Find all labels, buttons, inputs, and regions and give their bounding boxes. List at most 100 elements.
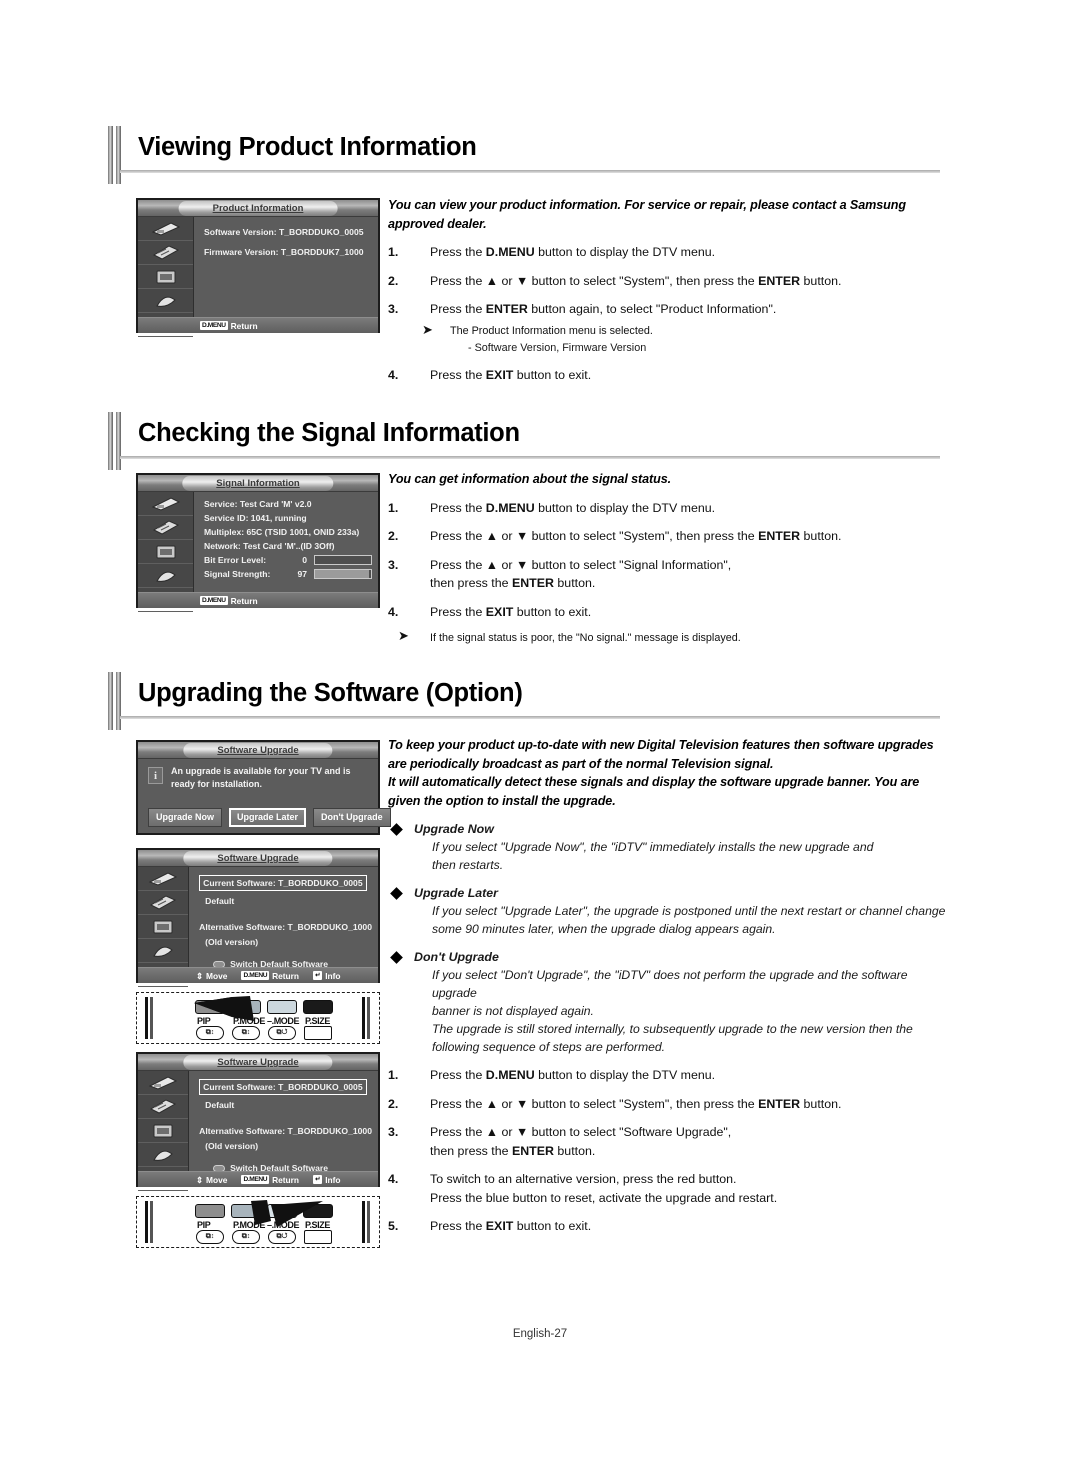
osd-footer-info[interactable]: ↵ Info <box>313 1175 341 1185</box>
alternative-software-row[interactable]: Alternative Software: T_BORDDUKO_1000 <box>199 920 372 934</box>
heading-block: Upgrading the Software (Option) <box>108 672 940 730</box>
osd-body: Service: Test Card 'M' v2.0 Service ID: … <box>138 492 378 612</box>
page-title: Viewing Product Information <box>138 133 477 161</box>
pointer-arrow-left-icon <box>194 996 254 1021</box>
menu-icon-setup[interactable] <box>138 289 193 313</box>
remote-rail-left <box>145 1201 154 1243</box>
menu-icon-channel[interactable] <box>138 1119 189 1143</box>
menu-icon-channel[interactable] <box>138 915 189 939</box>
osd-footer-return[interactable]: D.MENU Return <box>200 321 258 331</box>
note-text: The Product Information menu is selected… <box>450 324 653 337</box>
step-number: 1. <box>388 245 399 259</box>
remote-figure-left-arrow: PIP P.MODE –.MODE P.SIZE ⧉↕ ⧉↕ ⧉↺ <box>136 992 380 1044</box>
bullet-line: banner is not displayed again. <box>432 1004 594 1018</box>
subnote-text: - Software Version, Firmware Version <box>468 341 647 354</box>
remote-button-pip-top[interactable] <box>195 1204 225 1218</box>
meter-bar <box>314 555 372 565</box>
step-item: 2. Press the ▲ or ▼ button to select "Sy… <box>388 272 948 291</box>
section2-lead: You can get information about the signal… <box>388 472 672 486</box>
menu-icon-channel[interactable] <box>138 540 193 564</box>
step-number: 2. <box>388 529 399 543</box>
dmenu-keycap: D.MENU <box>241 971 270 980</box>
remote-rail-right <box>362 997 371 1039</box>
osd-titlebar: Signal Information <box>138 475 378 492</box>
osd-footer-move[interactable]: ⇕ Move <box>196 971 227 981</box>
menu-icon-setup[interactable] <box>138 1143 189 1167</box>
heading-divider <box>120 716 940 719</box>
alternative-software-sub: (Old version) <box>205 937 259 947</box>
menu-icon-sound[interactable] <box>138 516 193 540</box>
alternative-software-row[interactable]: Alternative Software: T_BORDDUKO_1000 <box>199 1124 372 1138</box>
current-software-row[interactable]: Current Software: T_BORDDUKO_0005 <box>199 1079 367 1095</box>
dmenu-keycap: D.MENU <box>241 1175 270 1184</box>
upgrade-now-button[interactable]: Upgrade Now <box>148 808 223 827</box>
menu-icon-sound[interactable] <box>138 241 193 265</box>
remote-key-pip[interactable]: ⧉↕ <box>196 1230 224 1244</box>
osd-footer-return[interactable]: D.MENU Return <box>200 596 258 606</box>
osd-footer-move[interactable]: ⇕ Move <box>196 1175 227 1185</box>
remote-key-psize[interactable] <box>304 1026 332 1040</box>
menu-icon-picture[interactable] <box>138 217 193 241</box>
note-item: ➤ If the signal status is poor, the "No … <box>388 628 948 646</box>
osd-software-version: Software Version: T_BORDDUKO_0005 <box>204 227 364 237</box>
bullet-heading: Upgrade Now <box>414 822 494 836</box>
dmenu-keycap: D.MENU <box>200 596 228 605</box>
bullet-line: If you select "Upgrade Now", the "iDTV" … <box>432 840 874 854</box>
osd-titlebar: Software Upgrade <box>138 1054 378 1071</box>
enter-keycap: ↵ <box>313 971 323 980</box>
arrow-bullet-icon: ➤ <box>422 321 433 337</box>
step-item: 1. Press the D.MENU button to display th… <box>388 243 948 262</box>
osd-titlebar: Software Upgrade <box>138 850 378 867</box>
osd-footer: D.MENU Return <box>138 317 378 333</box>
osd-title: Software Upgrade <box>183 1055 333 1070</box>
osd-body: Software Version: T_BORDDUKO_0005 Firmwa… <box>138 217 378 337</box>
manual-page: Viewing Product Information Product Info… <box>0 0 1080 1476</box>
step-number: 3. <box>388 1125 399 1139</box>
menu-icon-picture[interactable] <box>138 867 189 891</box>
meter-label: Signal Strength: <box>204 569 271 579</box>
dont-upgrade-button[interactable]: Don't Upgrade <box>313 808 391 827</box>
meter-bit-error-level: Bit Error Level: 0 <box>204 553 372 567</box>
heading-block: Checking the Signal Information <box>108 412 940 470</box>
osd-icon-rail <box>138 867 190 987</box>
bullet-upgrade-later: Upgrade Later If you select "Upgrade Lat… <box>388 886 948 938</box>
step-item: 1. Press the D.MENU button to display th… <box>388 1066 948 1085</box>
step-text: Press the D.MENU button to display the D… <box>430 245 716 259</box>
osd-footer-info[interactable]: ↵ Info <box>313 971 341 981</box>
step-text: Press the EXIT button to exit. <box>430 367 592 382</box>
osd-title: Software Upgrade <box>183 743 333 758</box>
osd-footer-return[interactable]: D.MENU Return <box>241 971 299 981</box>
diamond-bullet-icon <box>390 951 403 964</box>
osd-multiplex: Multiplex: 65C (TSID 1001, ONID 233a) <box>204 527 360 537</box>
heading-block: Viewing Product Information <box>108 126 940 184</box>
step-item: 2. Press the ▲ or ▼ button to select "Sy… <box>388 527 948 546</box>
upgrade-later-button[interactable]: Upgrade Later <box>229 808 307 827</box>
diamond-bullet-icon <box>390 887 403 900</box>
step-text: Press the EXIT button to exit. <box>430 604 592 619</box>
remote-button-psize-top[interactable] <box>303 1000 333 1014</box>
section2-text: You can get information about the signal… <box>388 470 948 646</box>
osd-content: Current Software: T_BORDDUKO_0005 Defaul… <box>189 867 378 983</box>
osd-service: Service: Test Card 'M' v2.0 <box>204 499 312 509</box>
osd-footer-return[interactable]: D.MENU Return <box>241 1175 299 1185</box>
section1-lead: You can view your product information. F… <box>388 198 906 231</box>
menu-icon-picture[interactable] <box>138 492 193 516</box>
menu-icon-channel[interactable] <box>138 265 193 289</box>
menu-icon-sound[interactable] <box>138 891 189 915</box>
current-software-row[interactable]: Current Software: T_BORDDUKO_0005 <box>199 875 367 891</box>
note-text: If the signal status is poor, the "No si… <box>430 632 741 644</box>
step-number: 3. <box>388 302 399 316</box>
osd-title: Signal Information <box>182 476 334 491</box>
page-title: Upgrading the Software (Option) <box>138 679 523 707</box>
step-text: Press the D.MENU button to display the D… <box>430 1068 716 1082</box>
page-footer: English-27 <box>512 1328 568 1340</box>
meter-value: 0 <box>302 555 307 565</box>
bullet-line: If you select "Upgrade Later", the upgra… <box>432 904 946 918</box>
menu-icon-picture[interactable] <box>138 1071 189 1095</box>
enter-keycap: ↵ <box>313 1175 323 1184</box>
menu-icon-setup[interactable] <box>138 564 193 588</box>
osd-titlebar: Software Upgrade <box>138 742 378 759</box>
menu-icon-setup[interactable] <box>138 939 189 963</box>
osd-title: Product Information <box>178 201 338 216</box>
menu-icon-sound[interactable] <box>138 1095 189 1119</box>
